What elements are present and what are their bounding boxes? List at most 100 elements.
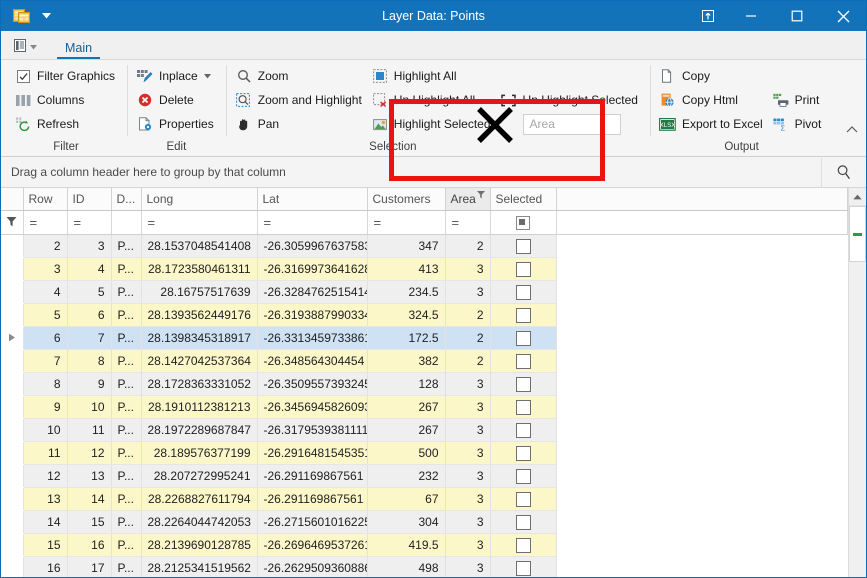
cell-d[interactable]: P... <box>111 257 142 281</box>
cell-id[interactable]: 7 <box>67 326 112 350</box>
cell-id[interactable]: 11 <box>67 418 112 442</box>
cell-area[interactable]: 3 <box>445 464 491 488</box>
row-indicator[interactable] <box>1 441 24 465</box>
inplace-button[interactable]: Inplace <box>133 64 220 88</box>
cell-long[interactable]: 28.1723580461311 <box>141 257 258 281</box>
cell-selected[interactable] <box>490 303 557 327</box>
filter-cell-long[interactable]: = <box>141 210 258 235</box>
row-indicator[interactable] <box>1 533 24 557</box>
scrollbar-track[interactable] <box>849 262 866 577</box>
filter-cell-selected[interactable] <box>490 210 557 235</box>
table-row[interactable]: 2 3 P... 28.1537048541408 -26.3059967637583 3… <box>1 234 848 258</box>
cell-customers[interactable]: 304 <box>367 510 446 534</box>
delete-button[interactable]: Delete <box>133 88 220 112</box>
copy-button[interactable]: Copy <box>656 64 769 88</box>
row-indicator[interactable] <box>1 395 24 419</box>
cell-area[interactable]: 3 <box>445 533 491 557</box>
zoom-and-highlight-button[interactable]: Zoom and Highlight <box>232 88 368 112</box>
cell-long[interactable]: 28.2125341519562 <box>141 556 258 577</box>
chevron-down-icon[interactable] <box>35 5 57 27</box>
cell-long[interactable]: 28.2264044742053 <box>141 510 258 534</box>
row-indicator[interactable] <box>1 418 24 442</box>
cell-customers[interactable]: 172.5 <box>367 326 446 350</box>
cell-row[interactable]: 5 <box>23 303 68 327</box>
header-long-col[interactable]: Long <box>141 188 258 211</box>
cell-customers[interactable]: 234.5 <box>367 280 446 304</box>
scrollbar-thumb[interactable] <box>849 206 866 262</box>
un-highlight-selected-button[interactable]: Un Highlight Selected <box>497 88 644 112</box>
cell-lat[interactable]: -26.291169867561 <box>257 487 368 511</box>
row-indicator[interactable] <box>1 234 24 258</box>
header-row-col[interactable]: Row <box>23 188 68 211</box>
cell-long[interactable]: 28.1398345318917 <box>141 326 258 350</box>
chevron-down-icon[interactable] <box>203 72 211 81</box>
cell-d[interactable]: P... <box>111 441 142 465</box>
cell-row[interactable]: 3 <box>23 257 68 281</box>
cell-row[interactable]: 2 <box>23 234 68 258</box>
selected-checkbox[interactable] <box>515 560 531 576</box>
print-button[interactable]: Print <box>769 88 828 112</box>
table-row[interactable]: 5 6 P... 28.1393562449176 -26.3193887990334 3… <box>1 303 848 327</box>
header-lat-col[interactable]: Lat <box>257 188 368 211</box>
table-row[interactable]: 10 11 P... 28.1972289687847 -26.317953938111… <box>1 418 848 442</box>
row-indicator[interactable] <box>1 326 24 350</box>
cell-customers[interactable]: 498 <box>367 556 446 577</box>
cell-row[interactable]: 6 <box>23 326 68 350</box>
minimize-button[interactable] <box>728 1 774 31</box>
cell-d[interactable]: P... <box>111 349 142 373</box>
cell-long[interactable]: 28.207272995241 <box>141 464 258 488</box>
cell-d[interactable]: P... <box>111 533 142 557</box>
cell-customers[interactable]: 413 <box>367 257 446 281</box>
row-indicator[interactable] <box>1 257 24 281</box>
filter-row-indicator[interactable] <box>1 210 24 235</box>
selected-checkbox[interactable] <box>515 284 531 300</box>
pan-button[interactable]: Pan <box>232 112 368 136</box>
group-by-panel[interactable]: Drag a column header here to group by th… <box>1 157 866 188</box>
cell-lat[interactable]: -26.291169867561 <box>257 464 368 488</box>
cell-d[interactable]: P... <box>111 556 142 577</box>
vertical-scrollbar[interactable] <box>848 188 866 577</box>
cell-row[interactable]: 12 <box>23 464 68 488</box>
cell-lat[interactable]: -26.3169973641628 <box>257 257 368 281</box>
search-icon[interactable] <box>821 157 866 187</box>
cell-id[interactable]: 6 <box>67 303 112 327</box>
row-indicator[interactable] <box>1 349 24 373</box>
cell-long[interactable]: 28.1393562449176 <box>141 303 258 327</box>
cell-d[interactable]: P... <box>111 303 142 327</box>
cell-row[interactable]: 7 <box>23 349 68 373</box>
table-row[interactable]: 8 9 P... 28.1728363331052 -26.3509557393245 1… <box>1 372 848 396</box>
cell-d[interactable]: P... <box>111 510 142 534</box>
cell-area[interactable]: 3 <box>445 395 491 419</box>
cell-long[interactable]: 28.1972289687847 <box>141 418 258 442</box>
cell-area[interactable]: 2 <box>445 326 491 350</box>
highlight-selected-button[interactable]: Highlight Selected <box>368 112 497 136</box>
cell-id[interactable]: 12 <box>67 441 112 465</box>
un-highlight-all-button[interactable]: Un Highlight All <box>368 88 497 112</box>
table-row[interactable]: 14 15 P... 28.2264044742053 -26.271560101622… <box>1 510 848 534</box>
cell-selected[interactable] <box>490 556 557 577</box>
cell-lat[interactable]: -26.3193887990334 <box>257 303 368 327</box>
cell-customers[interactable]: 232 <box>367 464 446 488</box>
cell-d[interactable]: P... <box>111 234 142 258</box>
cell-customers[interactable]: 267 <box>367 395 446 419</box>
row-indicator[interactable] <box>1 464 24 488</box>
maximize-button[interactable] <box>774 1 820 31</box>
table-row[interactable]: 7 8 P... 28.1427042537364 -26.348564304454 38… <box>1 349 848 373</box>
filter-cell-lat[interactable]: = <box>257 210 368 235</box>
tab-main[interactable]: Main <box>55 39 102 59</box>
cell-customers[interactable]: 128 <box>367 372 446 396</box>
cell-lat[interactable]: -26.3059967637583 <box>257 234 368 258</box>
cell-customers[interactable]: 267 <box>367 418 446 442</box>
filter-cell-row[interactable]: = <box>23 210 68 235</box>
area-input[interactable]: Area <box>522 113 621 135</box>
cell-selected[interactable] <box>490 280 557 304</box>
cell-id[interactable]: 17 <box>67 556 112 577</box>
cell-long[interactable]: 28.1427042537364 <box>141 349 258 373</box>
table-row[interactable]: 6 7 P... 28.1398345318917 -26.3313459733861 1… <box>1 326 848 350</box>
table-row[interactable]: 16 17 P... 28.2125341519562 -26.262950936088… <box>1 556 848 577</box>
selected-checkbox[interactable] <box>515 399 531 415</box>
pivot-button[interactable]: Σ Pivot <box>769 112 828 136</box>
cell-d[interactable]: P... <box>111 395 142 419</box>
row-indicator[interactable] <box>1 303 24 327</box>
cell-customers[interactable]: 324.5 <box>367 303 446 327</box>
